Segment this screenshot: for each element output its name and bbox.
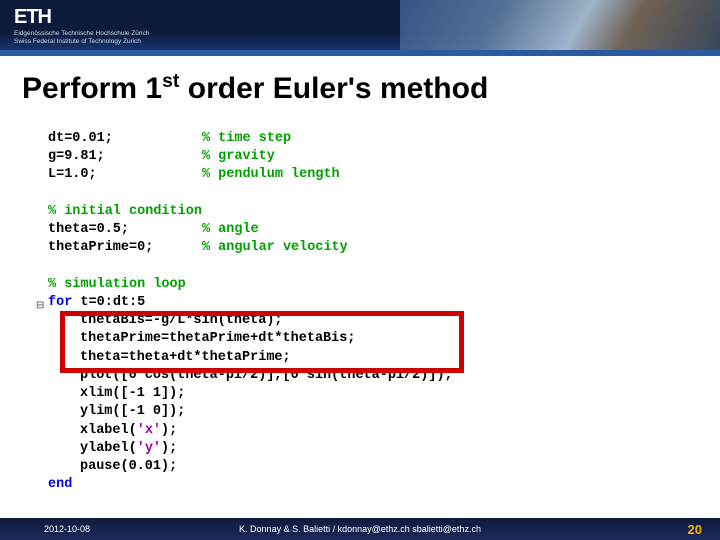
code-line: thetaPrime=0; % angular velocity — [48, 239, 720, 257]
blank-line — [48, 258, 720, 276]
eth-logo: ETH — [14, 6, 51, 29]
code-line: xlim([-1 1]); — [48, 385, 720, 403]
title-pre: Perform 1 — [22, 72, 162, 105]
code-comment: % simulation loop — [48, 276, 720, 294]
code-block: dt=0.01; % time step g=9.81; % gravity L… — [0, 106, 720, 494]
code-line: pause(0.01); — [48, 458, 720, 476]
code-line: theta=theta+dt*thetaPrime; — [48, 349, 720, 367]
fold-icon: ⊟ — [36, 299, 44, 313]
eth-subtitle-line1: Eidgenössische Technische Hochschule Zür… — [14, 30, 149, 38]
title-sup: st — [162, 70, 179, 92]
code-line: ylabel('y'); — [48, 440, 720, 458]
code-keyword-end: end — [48, 476, 720, 494]
footer-authors: K. Donnay & S. Balietti / kdonnay@ethz.c… — [0, 524, 720, 534]
code-line: theta=0.5; % angle — [48, 221, 720, 239]
code-line: thetaPrime=thetaPrime+dt*thetaBis; — [48, 330, 720, 348]
eth-subtitle: Eidgenössische Technische Hochschule Zür… — [14, 30, 149, 46]
code-line: L=1.0; % pendulum length — [48, 166, 720, 184]
code-line: thetaBis=-g/L*sin(theta); — [48, 312, 720, 330]
blank-line — [48, 185, 720, 203]
code-line: plot([0 cos(theta-pi/2)],[0 sin(theta-pi… — [48, 367, 720, 385]
header-banner-image — [400, 0, 720, 56]
title-post: order Euler's method — [179, 72, 488, 105]
slide-header: ETH Eidgenössische Technische Hochschule… — [0, 0, 720, 56]
eth-subtitle-line2: Swiss Federal Institute of Technology Zu… — [14, 38, 149, 46]
page-number: 20 — [688, 522, 702, 537]
slide-footer: 2012-10-08 K. Donnay & S. Balietti / kdo… — [0, 518, 720, 540]
code-line: xlabel('x'); — [48, 422, 720, 440]
code-line: ylim([-1 0]); — [48, 403, 720, 421]
code-comment: % initial condition — [48, 203, 720, 221]
slide-title: Perform 1st order Euler's method — [0, 56, 720, 106]
code-line: g=9.81; % gravity — [48, 148, 720, 166]
header-stripe — [0, 50, 720, 56]
code-line: dt=0.01; % time step — [48, 130, 720, 148]
code-line: for t=0:dt:5 — [48, 294, 720, 312]
